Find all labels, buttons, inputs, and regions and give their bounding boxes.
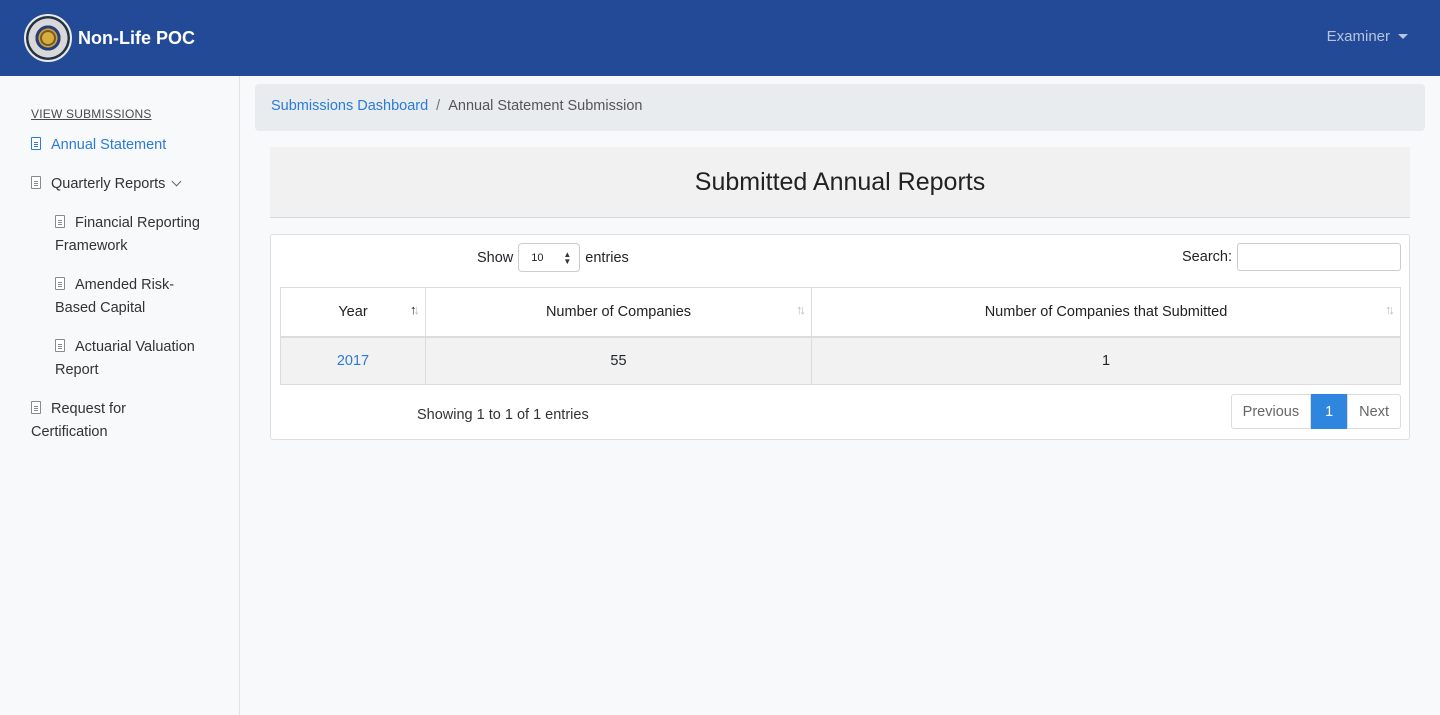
table-row: 2017 55 1: [280, 336, 1401, 385]
table-header-row: Year ↑↓ Number of Companies ↑↓ Number of…: [280, 287, 1401, 338]
search-control: Search:: [1182, 243, 1401, 271]
sidebar-item-label: Request for Certification: [31, 401, 126, 440]
sidebar-item-request-for-certification[interactable]: Request for Certification: [31, 398, 181, 444]
user-menu-dropdown[interactable]: Examiner: [1327, 28, 1408, 45]
sidebar-item-label: Quarterly Reports: [51, 176, 166, 192]
caret-down-icon: [1398, 34, 1408, 39]
breadcrumb-separator: /: [436, 98, 441, 114]
search-input[interactable]: [1237, 243, 1401, 271]
sort-ascending-icon: ↑↓: [410, 302, 420, 317]
next-page-button[interactable]: Next: [1347, 394, 1401, 429]
column-header-label: Number of Companies that Submitted: [984, 303, 1228, 320]
breadcrumb-current: Annual Statement Submission: [448, 98, 643, 114]
year-link[interactable]: 2017: [337, 353, 369, 369]
sidebar-heading: VIEW SUBMISSIONS: [31, 107, 152, 121]
column-header-label: Year: [338, 303, 368, 320]
column-header-year[interactable]: Year ↑↓: [280, 287, 426, 338]
page-title: Submitted Annual Reports: [694, 167, 986, 196]
sidebar-item-actuarial-valuation-report[interactable]: Actuarial Valuation Report: [55, 336, 220, 382]
pagination: Previous 1 Next: [1230, 394, 1401, 429]
sidebar-item-label: Actuarial Valuation Report: [55, 339, 195, 378]
sidebar-item-label: Financial Reporting Framework: [55, 215, 200, 254]
page-length-value: 10: [531, 251, 544, 264]
sort-icon: ↑↓: [1385, 302, 1395, 317]
logo-seal-icon[interactable]: [24, 14, 72, 62]
breadcrumb: Submissions Dashboard / Annual Statement S…: [255, 84, 1425, 131]
cell-year: 2017: [280, 336, 426, 385]
cell-number-of-companies: 55: [425, 336, 812, 385]
entries-label: entries: [585, 249, 629, 266]
title-card: Submitted Annual Reports: [270, 147, 1410, 218]
column-header-number-of-companies[interactable]: Number of Companies ↑↓: [425, 287, 812, 338]
page-1-button[interactable]: 1: [1311, 394, 1348, 429]
column-header-number-submitted[interactable]: Number of Companies that Submitted ↑↓: [811, 287, 1401, 338]
user-name: Examiner: [1326, 28, 1390, 45]
page-length-control: Show 10 ▲ ▼ entries: [477, 243, 629, 272]
document-icon: [31, 137, 41, 150]
chevron-down-icon: [171, 176, 182, 187]
select-arrows-icon: ▲ ▼: [563, 250, 572, 266]
sidebar-item-quarterly-reports[interactable]: Quarterly Reports: [31, 173, 221, 196]
app-brand[interactable]: Non-Life POC: [78, 28, 195, 49]
page-length-select[interactable]: 10 ▲ ▼: [518, 243, 581, 272]
top-navbar: Non-Life POC Examiner: [0, 0, 1440, 76]
search-label: Search:: [1182, 249, 1232, 265]
cell-number-submitted: 1: [811, 336, 1401, 385]
sidebar-item-label: Annual Statement: [51, 137, 167, 153]
sort-icon: ↑↓: [796, 302, 806, 317]
document-icon: [55, 339, 65, 352]
table-info: Showing 1 to 1 of 1 entries: [417, 407, 589, 423]
document-icon: [55, 277, 65, 290]
sidebar-item-label: Amended Risk-Based Capital: [55, 277, 175, 316]
document-icon: [31, 401, 41, 414]
sidebar-item-amended-risk-based-capital[interactable]: Amended Risk-Based Capital: [55, 274, 205, 320]
column-header-label: Number of Companies: [545, 303, 692, 320]
breadcrumb-link-dashboard[interactable]: Submissions Dashboard: [271, 98, 428, 114]
show-label: Show: [477, 249, 514, 266]
sidebar: VIEW SUBMISSIONS Annual Statement Quarte…: [0, 76, 240, 715]
sidebar-item-financial-reporting-framework[interactable]: Financial Reporting Framework: [55, 212, 220, 258]
document-icon: [31, 176, 41, 189]
document-icon: [55, 215, 65, 228]
table-panel: Show 10 ▲ ▼ entries Search: Year ↑↓ Numbe…: [270, 234, 1410, 440]
submissions-table: Year ↑↓ Number of Companies ↑↓ Number of…: [280, 287, 1401, 385]
previous-page-button[interactable]: Previous: [1230, 394, 1312, 429]
sidebar-item-annual-statement[interactable]: Annual Statement: [31, 134, 221, 157]
